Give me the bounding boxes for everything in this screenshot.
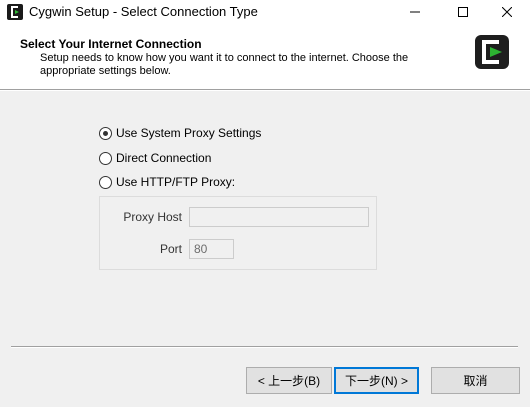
radio-http-ftp-proxy[interactable]: Use HTTP/FTP Proxy: <box>99 174 235 190</box>
radio-direct-connection[interactable]: Direct Connection <box>99 150 211 166</box>
radio-system-proxy[interactable]: Use System Proxy Settings <box>99 125 261 141</box>
cancel-button[interactable]: 取消 <box>431 367 520 394</box>
title-bar: Cygwin Setup - Select Connection Type <box>0 0 530 23</box>
cygwin-app-icon <box>7 4 23 20</box>
radio-button[interactable] <box>99 151 112 165</box>
minimize-button[interactable] <box>392 0 438 23</box>
proxy-port-input[interactable]: 80 <box>189 239 234 259</box>
proxy-port-label: Port <box>159 242 182 256</box>
header-divider <box>0 89 530 91</box>
cygwin-logo-icon <box>475 35 509 69</box>
maximize-button[interactable] <box>440 0 486 23</box>
radio-system-proxy-label: Use System Proxy Settings <box>116 126 262 140</box>
window-title: Cygwin Setup - Select Connection Type <box>29 4 258 19</box>
next-button[interactable]: 下一步(N) > <box>334 367 419 394</box>
minimize-icon <box>410 11 420 12</box>
radio-http-ftp-proxy-label: Use HTTP/FTP Proxy: <box>116 175 236 189</box>
back-button[interactable]: < 上一步(B) <box>246 367 332 394</box>
radio-direct-connection-label: Direct Connection <box>116 151 212 165</box>
close-button[interactable] <box>484 0 530 23</box>
maximize-icon <box>458 6 468 17</box>
wizard-header: Select Your Internet Connection Setup ne… <box>0 23 530 89</box>
page-description: Setup needs to know how you want it to c… <box>40 52 409 77</box>
radio-button-checked[interactable] <box>99 126 112 140</box>
page-title: Select Your Internet Connection <box>20 37 202 51</box>
close-icon <box>502 6 512 17</box>
proxy-host-label: Proxy Host <box>123 210 182 224</box>
footer-divider <box>11 346 518 348</box>
radio-button[interactable] <box>99 175 112 189</box>
proxy-host-input[interactable] <box>189 207 369 227</box>
